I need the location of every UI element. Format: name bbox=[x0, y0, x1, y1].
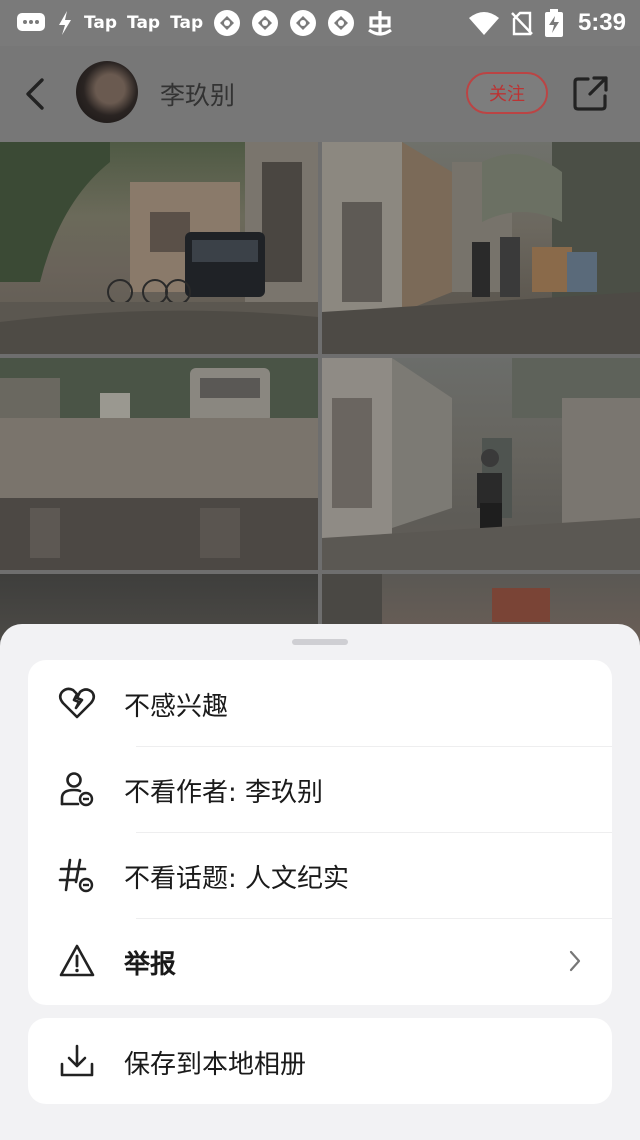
photo-thumbnail[interactable] bbox=[322, 142, 640, 354]
menu-item-label: 不感兴趣 bbox=[124, 692, 229, 722]
wifi-icon bbox=[468, 10, 500, 36]
feedback-options-card: 不感兴趣 不看作者: 李玖别 不看话题: 人文纪实 举报 bbox=[28, 660, 612, 1005]
menu-item-label: 保存到本地相册 bbox=[124, 1050, 307, 1080]
warning-icon bbox=[58, 942, 96, 980]
follow-button[interactable]: 关注 bbox=[466, 72, 548, 114]
photo-thumbnail[interactable] bbox=[0, 358, 318, 570]
battery-charging-icon bbox=[544, 8, 564, 38]
tap-icon: Tap bbox=[84, 13, 118, 33]
user-minus-icon bbox=[58, 770, 96, 808]
menu-item-not-interested[interactable]: 不感兴趣 bbox=[28, 660, 612, 746]
save-option-card: 保存到本地相册 bbox=[28, 1018, 612, 1104]
download-icon bbox=[58, 1042, 96, 1080]
broken-heart-icon bbox=[58, 684, 96, 722]
share-icon[interactable] bbox=[572, 74, 610, 112]
menu-item-hide-author[interactable]: 不看作者: 李玖别 bbox=[28, 746, 612, 832]
photo-thumbnail[interactable] bbox=[0, 142, 318, 354]
photo-thumbnail[interactable] bbox=[322, 358, 640, 570]
clock: 5:39 bbox=[577, 9, 626, 36]
menu-item-label: 不看话题: 人文纪实 bbox=[124, 864, 350, 894]
chevron-right-icon bbox=[568, 949, 582, 973]
tap-icon: Tap bbox=[170, 13, 204, 33]
no-sim-icon bbox=[510, 10, 534, 36]
hashtag-minus-icon bbox=[58, 856, 96, 894]
photo-grid bbox=[0, 142, 640, 640]
app-icon bbox=[289, 9, 317, 37]
post-header: 李玖别 关注 bbox=[0, 46, 640, 142]
author-name[interactable]: 李玖别 bbox=[160, 76, 235, 112]
menu-item-hide-topic[interactable]: 不看话题: 人文纪实 bbox=[28, 832, 612, 918]
menu-item-label: 不看作者: 李玖别 bbox=[124, 778, 324, 808]
status-bar: Tap Tap Tap 5:39 bbox=[0, 0, 640, 46]
bug-icon bbox=[365, 8, 395, 38]
menu-item-report[interactable]: 举报 bbox=[28, 918, 612, 1004]
menu-item-label: 举报 bbox=[124, 950, 177, 980]
tap-icon: Tap bbox=[127, 13, 161, 33]
menu-item-save-to-album[interactable]: 保存到本地相册 bbox=[28, 1018, 612, 1104]
app-icon bbox=[251, 9, 279, 37]
message-icon bbox=[16, 11, 46, 35]
app-icon bbox=[327, 9, 355, 37]
bolt-icon bbox=[56, 10, 74, 36]
back-icon[interactable] bbox=[20, 74, 56, 114]
avatar[interactable] bbox=[76, 61, 138, 123]
sheet-handle[interactable] bbox=[292, 639, 348, 645]
action-sheet: 不感兴趣 不看作者: 李玖别 不看话题: 人文纪实 举报 保存到本地相册 bbox=[0, 624, 640, 1140]
app-icon bbox=[213, 9, 241, 37]
